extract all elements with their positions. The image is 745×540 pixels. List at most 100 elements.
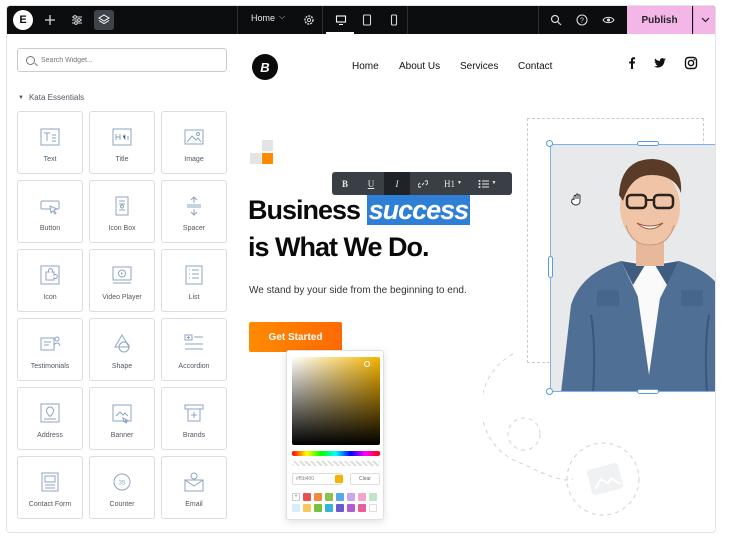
preset-swatch[interactable] xyxy=(358,504,366,512)
publish-button[interactable]: Publish xyxy=(627,6,692,34)
opacity-slider[interactable] xyxy=(292,461,380,466)
preset-swatch[interactable] xyxy=(325,493,333,501)
widget-label: Icon Box xyxy=(108,225,136,232)
puzzle-icon xyxy=(38,263,62,287)
add-preset-icon[interactable]: + xyxy=(292,493,300,501)
preset-swatch[interactable] xyxy=(369,504,377,512)
preset-swatch[interactable] xyxy=(347,493,355,501)
layers-icon[interactable] xyxy=(94,10,114,30)
widget-icon[interactable]: Icon xyxy=(17,249,83,312)
sliders-icon[interactable] xyxy=(68,11,86,29)
instagram-icon[interactable] xyxy=(684,56,698,70)
widget-testimonials[interactable]: Testimonials xyxy=(17,318,83,381)
top-bar: E Home ⌵ ? Publish xyxy=(7,6,715,34)
preset-swatch[interactable] xyxy=(292,504,300,512)
twitter-icon[interactable] xyxy=(653,56,667,70)
widget-counter[interactable]: 35 Counter xyxy=(89,456,155,519)
widget-list[interactable]: List xyxy=(161,249,227,312)
hero-subtext[interactable]: We stand by your side from the beginning… xyxy=(249,285,467,296)
svg-text:35: 35 xyxy=(119,481,126,487)
preset-swatch[interactable] xyxy=(314,504,322,512)
widget-shape[interactable]: Shape xyxy=(89,318,155,381)
person-photo xyxy=(551,145,715,391)
widget-title[interactable]: Title xyxy=(89,111,155,174)
widget-label: Contact Form xyxy=(28,501,72,508)
email-icon xyxy=(182,470,206,494)
preset-swatch[interactable] xyxy=(369,493,377,501)
search-icon[interactable] xyxy=(547,11,565,29)
category-toggle[interactable]: ▼ Kata Essentials xyxy=(18,93,84,102)
hero-heading[interactable]: Business success is What We Do. xyxy=(248,192,471,266)
mobile-icon[interactable] xyxy=(385,11,403,29)
preset-swatch[interactable] xyxy=(314,493,322,501)
widget-video-player[interactable]: Video Player xyxy=(89,249,155,312)
widget-label: Image xyxy=(184,156,204,163)
get-started-button[interactable]: Get Started xyxy=(249,322,342,352)
resize-handle-left[interactable] xyxy=(548,256,553,278)
preset-swatch[interactable] xyxy=(325,504,333,512)
widget-brands[interactable]: Brands xyxy=(161,387,227,450)
gear-icon[interactable] xyxy=(300,11,318,29)
address-icon xyxy=(38,401,62,425)
saturation-knob[interactable] xyxy=(364,361,370,367)
nav-contact[interactable]: Contact xyxy=(518,61,552,72)
widget-label: Video Player xyxy=(102,294,142,301)
caret-down-icon: ▼ xyxy=(457,181,462,186)
nav-home[interactable]: Home xyxy=(352,61,379,72)
category-title: Kata Essentials xyxy=(28,93,85,102)
testimonials-icon xyxy=(38,332,62,356)
saturation-area[interactable] xyxy=(292,357,380,445)
help-icon[interactable]: ? xyxy=(573,11,591,29)
widget-text[interactable]: Text xyxy=(17,111,83,174)
widget-icon-box[interactable]: Icon Box xyxy=(89,180,155,243)
nav-about-us[interactable]: About Us xyxy=(399,61,440,72)
preset-swatch[interactable] xyxy=(347,504,355,512)
preset-swatch[interactable] xyxy=(336,493,344,501)
preset-swatch[interactable] xyxy=(358,493,366,501)
search-widget-field[interactable] xyxy=(17,48,227,72)
list-icon xyxy=(182,263,206,287)
heading-label: H1 xyxy=(444,178,456,189)
widget-label: Title xyxy=(115,156,129,163)
widget-accordion[interactable]: Accordion xyxy=(161,318,227,381)
resize-handle-top[interactable] xyxy=(637,141,659,146)
widget-label: Brands xyxy=(182,432,206,439)
resize-handle-bottom-left[interactable] xyxy=(546,388,553,395)
highlighted-text[interactable]: success xyxy=(366,195,471,225)
widget-image[interactable]: Image xyxy=(161,111,227,174)
counter-icon: 35 xyxy=(110,470,134,494)
widget-banner[interactable]: Banner xyxy=(89,387,155,450)
list-dropdown[interactable]: ▼ xyxy=(470,172,504,195)
facebook-icon[interactable] xyxy=(625,56,639,70)
preset-swatch[interactable] xyxy=(303,504,311,512)
widget-address[interactable]: Address xyxy=(17,387,83,450)
page-selector[interactable]: Home xyxy=(251,13,275,23)
tablet-icon[interactable] xyxy=(358,11,376,29)
eye-icon[interactable] xyxy=(599,11,617,29)
resize-handle-top-left[interactable] xyxy=(546,140,553,147)
plus-icon[interactable] xyxy=(41,11,59,29)
toolbar-divider xyxy=(322,6,323,34)
widget-email[interactable]: Email xyxy=(161,456,227,519)
preset-swatches: + xyxy=(292,493,382,512)
elementor-logo[interactable]: E xyxy=(13,10,33,30)
hero-image[interactable] xyxy=(550,144,715,392)
widget-panel: ▼ Kata Essentials Text Title Image Button Ic… xyxy=(7,34,238,532)
preset-swatch[interactable] xyxy=(336,504,344,512)
preset-swatch[interactable] xyxy=(303,493,311,501)
hue-slider[interactable] xyxy=(292,451,380,456)
image-icon xyxy=(182,125,206,149)
video-player-icon xyxy=(110,263,134,287)
search-widget-input[interactable] xyxy=(41,56,211,64)
publish-options-chevron-icon[interactable] xyxy=(693,6,715,34)
widget-spacer[interactable]: Spacer xyxy=(161,180,227,243)
widget-contact-form[interactable]: Contact Form xyxy=(17,456,83,519)
desktop-icon[interactable] xyxy=(332,11,350,29)
text-icon xyxy=(38,125,62,149)
clear-button[interactable]: Clear xyxy=(350,473,380,485)
widget-button[interactable]: Button xyxy=(17,180,83,243)
site-logo[interactable]: B xyxy=(252,54,278,80)
resize-handle-bottom[interactable] xyxy=(637,389,659,394)
nav-services[interactable]: Services xyxy=(460,61,498,72)
chevron-down-icon[interactable]: ⌵ xyxy=(279,12,285,22)
